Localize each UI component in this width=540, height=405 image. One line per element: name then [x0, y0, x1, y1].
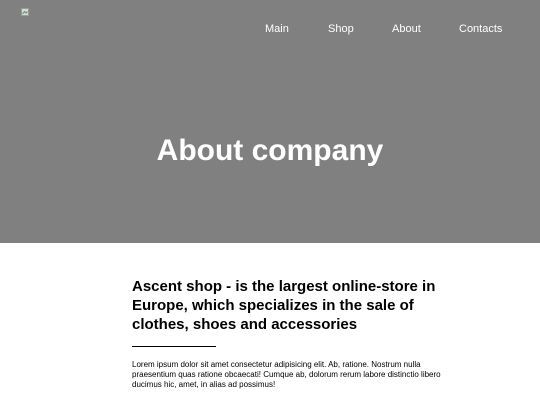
- hero-section: Main Shop About Contacts About company: [0, 0, 540, 243]
- main-nav: Main Shop About Contacts: [0, 22, 540, 38]
- broken-image-icon: [21, 8, 29, 16]
- logo-link[interactable]: [21, 8, 29, 16]
- nav-item-contacts[interactable]: Contacts: [459, 22, 502, 36]
- about-content: Ascent shop - is the largest online-stor…: [132, 277, 462, 390]
- nav-item-main[interactable]: Main: [265, 22, 289, 36]
- nav-item-about[interactable]: About: [392, 22, 421, 36]
- company-headline: Ascent shop - is the largest online-stor…: [132, 278, 436, 333]
- nav-item-shop[interactable]: Shop: [328, 22, 354, 36]
- headline-divider: [132, 346, 216, 347]
- company-description: Lorem ipsum dolor sit amet consectetur a…: [132, 360, 441, 389]
- page-title: About company: [156, 134, 384, 167]
